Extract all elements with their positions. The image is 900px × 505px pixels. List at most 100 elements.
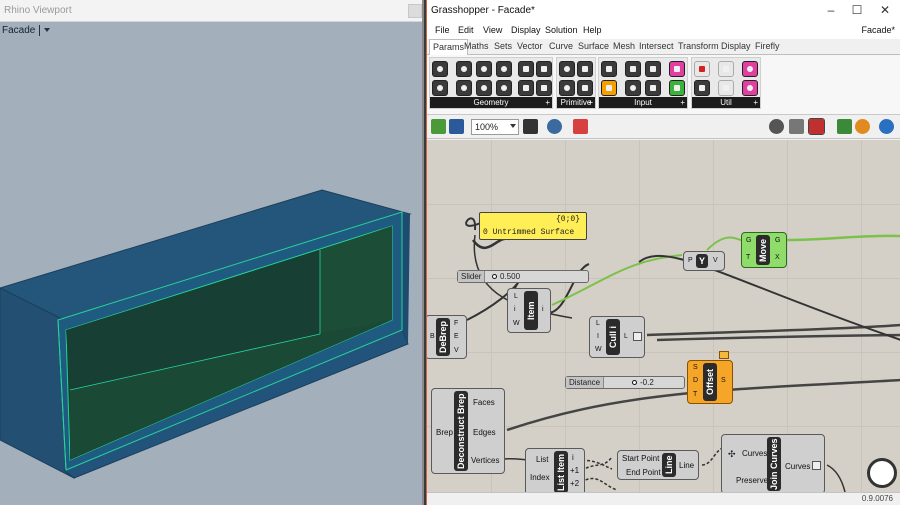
pin-wrap: W	[513, 320, 520, 327]
param-plane-icon[interactable]	[476, 80, 492, 96]
param-number-icon[interactable]	[559, 80, 575, 96]
tab-intersect[interactable]: Intersect	[639, 41, 674, 51]
menu-file[interactable]: File	[435, 25, 450, 35]
tab-vector[interactable]: Vector	[517, 41, 543, 51]
save-file-icon[interactable]	[449, 119, 464, 134]
cherry-icon[interactable]	[694, 61, 710, 77]
slider-distance[interactable]: Distance -0.2	[565, 376, 685, 389]
maximize-icon[interactable]: ☐	[849, 3, 865, 17]
zoom-extents-icon[interactable]	[523, 119, 538, 134]
viewport-3d-model[interactable]	[0, 0, 424, 505]
preview-material-icon[interactable]	[855, 119, 870, 134]
tab-maths[interactable]: Maths	[464, 41, 489, 51]
component-join-curves[interactable]: ✣ Curves Preserve Join Curves Curves	[721, 434, 825, 492]
component-move[interactable]: G T Move G X	[741, 232, 787, 268]
slider-grip[interactable]	[492, 274, 497, 279]
pin-brep: B	[430, 333, 435, 340]
component-offset[interactable]: S D T Offset S	[687, 351, 733, 404]
pin-line: Line	[679, 461, 695, 470]
menu-solution[interactable]: Solution	[545, 25, 578, 35]
flask-icon[interactable]	[742, 61, 758, 77]
param-boolean-icon[interactable]	[559, 61, 575, 77]
tab-display[interactable]: Display	[721, 41, 751, 51]
tab-sets[interactable]: Sets	[494, 41, 512, 51]
tab-mesh[interactable]: Mesh	[613, 41, 635, 51]
menu-help[interactable]: Help	[583, 25, 602, 35]
pin-list: L	[596, 320, 600, 327]
gh-component-tabs: Params Maths Sets Vector Curve Surface M…	[427, 39, 900, 55]
display-mode-icon[interactable]	[879, 119, 894, 134]
input-knob-icon[interactable]	[645, 61, 661, 77]
preview-eye-icon[interactable]	[547, 119, 562, 134]
component-cull-index[interactable]: L I W Cull i L	[589, 316, 645, 358]
minimize-icon[interactable]: –	[823, 3, 839, 17]
component-deconstruct-brep[interactable]: Brep Deconstruct Brep Faces Edges Vertic…	[431, 388, 505, 474]
menu-display[interactable]: Display	[511, 25, 541, 35]
flask-pink-icon[interactable]	[742, 80, 758, 96]
menu-edit[interactable]: Edit	[458, 25, 474, 35]
menu-view[interactable]: View	[483, 25, 502, 35]
navigation-compass-icon[interactable]	[867, 458, 897, 488]
param-circle-icon[interactable]	[456, 61, 472, 77]
param-surface-icon[interactable]	[518, 80, 534, 96]
input-swatch-icon[interactable]	[669, 61, 685, 77]
input-value-list-icon[interactable]	[645, 80, 661, 96]
param-point-icon[interactable]	[432, 61, 448, 77]
param-line-icon[interactable]	[432, 80, 448, 96]
pin-index: Index	[530, 473, 550, 482]
pin-edges: Edges	[473, 428, 496, 437]
input-button-icon[interactable]	[625, 80, 641, 96]
pin-geometry-out: G	[775, 237, 781, 244]
tab-firefly[interactable]: Firefly	[755, 41, 780, 51]
param-curve-icon[interactable]	[476, 61, 492, 77]
slider-grip[interactable]	[632, 380, 637, 385]
panel-text: 0 Untrimmed Surface	[483, 228, 575, 237]
preview-wireframe-icon[interactable]	[769, 119, 784, 134]
gh-canvas[interactable]: {0;0} 0 Untrimmed Surface Slider 0.500 B…	[427, 140, 900, 492]
zoom-select[interactable]: 100%	[471, 119, 519, 135]
preview-shaded-icon[interactable]	[789, 119, 804, 134]
tab-params[interactable]: Params	[429, 39, 469, 55]
grasshopper-window[interactable]: Grasshopper - Facade* – ☐ ✕ File Edit Vi…	[426, 0, 900, 505]
flatten-icon[interactable]	[633, 332, 642, 341]
component-debrep[interactable]: B DeBrep F E V	[427, 315, 467, 359]
slider-main[interactable]: Slider 0.500	[457, 270, 589, 283]
param-vector-icon[interactable]	[536, 80, 552, 96]
tab-surface[interactable]: Surface	[578, 41, 609, 51]
param-box-icon[interactable]	[518, 61, 534, 77]
chevron-down-icon	[510, 124, 516, 128]
pin-curves: Curves	[742, 449, 768, 458]
input-gradient-icon[interactable]	[669, 80, 685, 96]
solver-icon[interactable]	[837, 119, 852, 134]
param-arc-icon[interactable]	[496, 61, 512, 77]
flatten-icon[interactable]	[812, 461, 821, 470]
tab-curve[interactable]: Curve	[549, 41, 573, 51]
arrow-right-icon[interactable]	[718, 61, 734, 77]
component-list-item-2[interactable]: List Index List Item i +1 +2	[525, 448, 585, 492]
sketch-pen-icon[interactable]	[573, 119, 588, 134]
open-file-icon[interactable]	[431, 119, 446, 134]
input-graph-icon[interactable]	[601, 80, 617, 96]
pin-preserve: Preserve	[736, 476, 769, 485]
close-icon[interactable]: ✕	[877, 3, 893, 17]
panel-untrimmed-surface[interactable]: {0;0} 0 Untrimmed Surface	[479, 212, 587, 240]
param-rectangle-icon[interactable]	[496, 80, 512, 96]
rhino-viewport-window[interactable]: Rhino Viewport Facade	[0, 0, 424, 505]
component-line[interactable]: Start Point End Point Line Line	[617, 450, 699, 480]
param-text-icon[interactable]	[577, 80, 593, 96]
graft-icon[interactable]: ✣	[728, 449, 736, 460]
component-label: Cull i	[606, 319, 620, 355]
warning-icon[interactable]	[719, 351, 729, 359]
input-toggle-icon[interactable]	[625, 61, 641, 77]
tab-transform[interactable]: Transform	[678, 41, 719, 51]
param-brep-icon[interactable]	[536, 61, 552, 77]
input-slider-icon[interactable]	[601, 61, 617, 77]
param-integer-icon[interactable]	[577, 61, 593, 77]
param-mesh-icon[interactable]	[456, 80, 472, 96]
component-unit-y[interactable]: P Y V	[683, 251, 725, 271]
component-list-item[interactable]: L i W Item i	[507, 288, 551, 333]
group-label: Input +	[599, 97, 687, 108]
arrow-right-outline-icon[interactable]	[718, 80, 734, 96]
data-recorder-icon[interactable]	[694, 80, 710, 96]
preview-selected-icon[interactable]	[808, 118, 825, 135]
